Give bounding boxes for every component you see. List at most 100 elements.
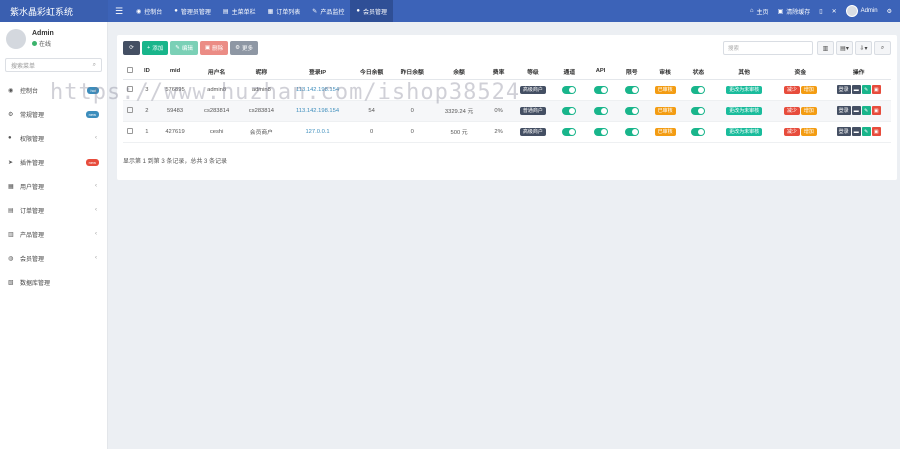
cell-ip[interactable]: 127.0.0.1 — [283, 121, 352, 143]
delete-button[interactable]: ▣ 删除 — [199, 41, 229, 55]
cell-ip[interactable]: 113.142.198.154 — [283, 79, 352, 101]
col-username[interactable]: 用户名 — [193, 64, 240, 80]
col-actions[interactable]: 操作 — [826, 64, 891, 80]
table-row[interactable]: 2 59483 cs283814 cs283814 113.142.198.154 54 0… — [123, 100, 891, 122]
row-checkbox[interactable] — [123, 100, 138, 122]
limit-toggle[interactable] — [616, 100, 648, 122]
cell-audit[interactable]: 已审核 — [647, 79, 683, 101]
channel-toggle[interactable] — [553, 100, 585, 122]
toggle-switch[interactable] — [562, 85, 577, 94]
sidebar-item[interactable]: ⚙ 常规管理 new — [0, 102, 107, 126]
topnav-item[interactable]: ● 会员管理 — [350, 0, 393, 22]
topnav-item[interactable]: ● 管理员管理 — [168, 0, 217, 22]
col-funds[interactable]: 资金 — [774, 64, 827, 80]
sidebar-item[interactable]: ▥ 产品管理 ‹ — [0, 222, 107, 246]
api-toggle[interactable] — [584, 79, 617, 101]
cell-other[interactable]: 更改为未审核 — [714, 79, 775, 101]
cell-other[interactable]: 更改为未审核 — [714, 100, 775, 122]
col-limit[interactable]: 限号 — [616, 64, 648, 80]
col-channel[interactable]: 通道 — [553, 64, 585, 80]
cell-audit[interactable]: 已审核 — [647, 121, 683, 143]
toggle-switch[interactable] — [624, 106, 639, 115]
toggle-switch[interactable] — [624, 127, 639, 136]
col-audit[interactable]: 审核 — [647, 64, 683, 80]
col-balance[interactable]: 余额 — [433, 64, 486, 80]
api-toggle[interactable] — [584, 100, 617, 122]
sidebar-item[interactable]: ➤ 插件管理 new — [0, 150, 107, 174]
col-login-ip[interactable]: 登录IP — [283, 64, 352, 80]
card-icon[interactable]: ▬ — [851, 127, 861, 136]
col-status[interactable]: 状态 — [682, 64, 714, 80]
search-icon[interactable]: ⌕ — [874, 41, 891, 55]
col-other[interactable]: 其他 — [714, 64, 775, 80]
col-yesterday-balance[interactable]: 昨日余额 — [391, 64, 434, 80]
edit-icon[interactable]: ✎ — [861, 127, 871, 136]
user-menu[interactable]: Admin — [845, 5, 878, 17]
cell-ip[interactable]: 113.142.198.154 — [283, 100, 352, 122]
col-id[interactable]: ID — [137, 64, 157, 80]
more-button[interactable]: ⚙ 更多 — [230, 41, 259, 55]
status-toggle[interactable] — [682, 79, 714, 101]
limit-toggle[interactable] — [616, 79, 648, 101]
api-toggle[interactable] — [584, 121, 617, 143]
status-toggle[interactable] — [682, 100, 714, 122]
table-row[interactable]: 3 576895 admin8 admin8 113.142.198.154 高级商户 已审… — [123, 79, 891, 101]
settings-icon[interactable]: ⚙ — [887, 8, 892, 15]
increase-button[interactable]: 增加 — [800, 128, 817, 136]
decrease-button[interactable]: 减少 — [783, 128, 800, 136]
menu-toggle-icon[interactable]: ☰ — [108, 6, 130, 17]
col-nickname[interactable]: 昵称 — [239, 64, 284, 80]
decrease-button[interactable]: 减少 — [783, 86, 800, 94]
table-search-input[interactable]: 搜索 — [723, 41, 813, 55]
login-button[interactable]: 登录 — [836, 127, 851, 136]
row-checkbox[interactable] — [123, 79, 138, 101]
limit-toggle[interactable] — [616, 121, 648, 143]
toggle-switch[interactable] — [624, 85, 639, 94]
toggle-switch[interactable] — [593, 85, 608, 94]
sidebar-item[interactable]: ● 权限管理 ‹ — [0, 126, 107, 150]
delete-icon[interactable]: ▣ — [871, 127, 881, 136]
toggle-view-icon[interactable]: ▥ — [817, 41, 834, 55]
toggle-switch[interactable] — [593, 106, 608, 115]
decrease-button[interactable]: 减少 — [783, 107, 800, 115]
toggle-switch[interactable] — [691, 85, 706, 94]
fullscreen-icon[interactable]: ✕ — [832, 8, 837, 15]
select-all-checkbox[interactable] — [123, 64, 138, 80]
col-rate[interactable]: 费率 — [485, 64, 513, 80]
table-row[interactable]: 1 427619 ceshi 会员商户 127.0.0.1 0 0 500 元 2% 高级商户 已审… — [123, 121, 891, 143]
channel-toggle[interactable] — [553, 121, 585, 143]
status-toggle[interactable] — [682, 121, 714, 143]
topnav-item[interactable]: ◉ 控制台 — [130, 0, 168, 22]
login-button[interactable]: 登录 — [836, 106, 851, 115]
col-level[interactable]: 等级 — [512, 64, 554, 80]
refresh-button[interactable]: ⟳ — [123, 41, 140, 55]
sidebar-item[interactable]: ◍ 会员管理 ‹ — [0, 246, 107, 270]
cell-audit[interactable]: 已审核 — [647, 100, 683, 122]
edit-button[interactable]: ✎ 编辑 — [170, 41, 198, 55]
toggle-switch[interactable] — [593, 127, 608, 136]
channel-toggle[interactable] — [553, 79, 585, 101]
toggle-switch[interactable] — [691, 127, 706, 136]
edit-icon[interactable]: ✎ — [861, 85, 871, 94]
edit-icon[interactable]: ✎ — [861, 106, 871, 115]
translate-icon[interactable]: ▯ — [819, 8, 822, 15]
sidebar-item[interactable]: ▧ 数据库管理 — [0, 270, 107, 294]
card-icon[interactable]: ▬ — [851, 85, 861, 94]
sidebar-item[interactable]: ▦ 用户管理 ‹ — [0, 174, 107, 198]
add-button[interactable]: + 添加 — [142, 41, 169, 55]
topnav-item[interactable]: ✎ 产品监控 — [306, 0, 350, 22]
col-api[interactable]: API — [584, 64, 617, 80]
toggle-switch[interactable] — [562, 127, 577, 136]
toggle-switch[interactable] — [691, 106, 706, 115]
increase-button[interactable]: 增加 — [800, 86, 817, 94]
app-logo[interactable]: 紫水晶彩虹系统 — [0, 0, 108, 22]
sidebar-search-input[interactable]: 搜索菜单 ⌕ — [5, 58, 102, 72]
col-today-balance[interactable]: 今日余额 — [351, 64, 392, 80]
sidebar-item[interactable]: ◉ 控制台 hot — [0, 78, 107, 102]
cell-other[interactable]: 更改为未审核 — [714, 121, 775, 143]
col-mid[interactable]: mid — [156, 64, 194, 80]
home-link[interactable]: ⌂ 主页 — [750, 7, 769, 16]
topnav-item[interactable]: ▦ 订单列表 — [262, 0, 307, 22]
card-icon[interactable]: ▬ — [851, 106, 861, 115]
clear-cache-button[interactable]: ▣ 清除缓存 — [778, 7, 811, 16]
